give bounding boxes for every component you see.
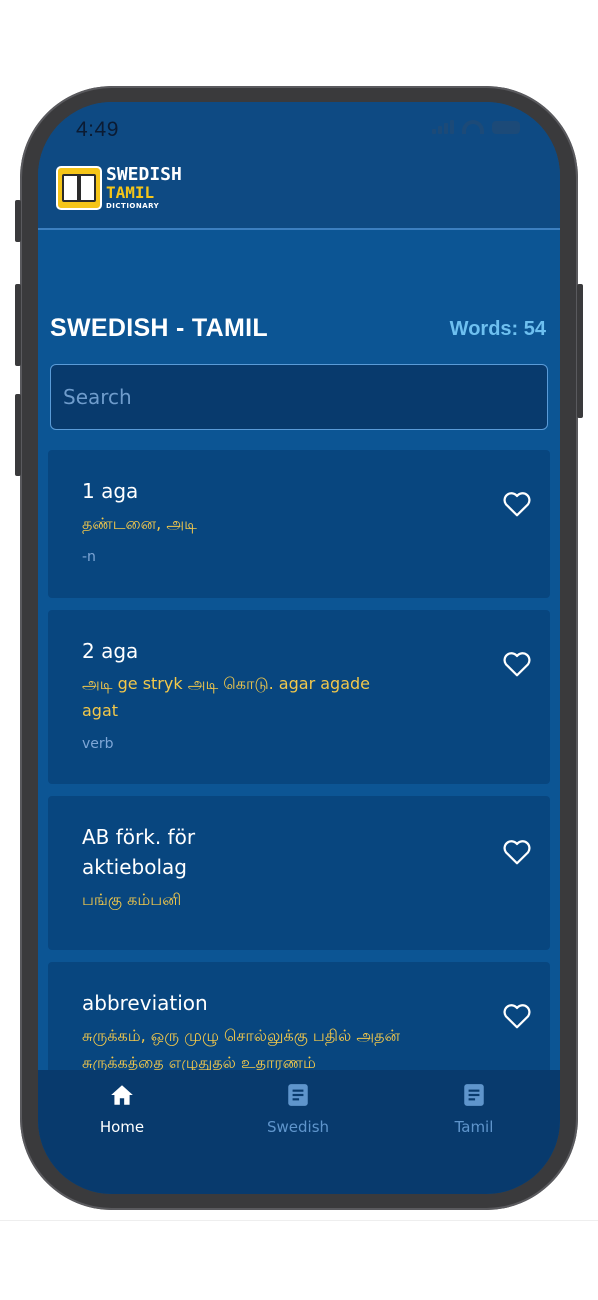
- page-title: SWEDISH - TAMIL: [50, 314, 268, 342]
- document-icon: [288, 1084, 308, 1106]
- nav-swedish[interactable]: Swedish: [238, 1082, 358, 1136]
- phone-screen: 4:49 SWEDISH TAMIL DICTIONARY SWEDISH - …: [38, 102, 560, 1194]
- favorite-heart-icon[interactable]: [502, 650, 532, 678]
- nav-tamil-label: Tamil: [454, 1118, 494, 1136]
- status-icons: [432, 120, 520, 134]
- nav-home[interactable]: Home: [62, 1082, 182, 1136]
- entry-pos: -n: [82, 549, 96, 565]
- volume-down-button: [15, 394, 21, 476]
- entry-translation: சுருக்கம், ஒரு முழு சொல்லுக்கு பதில் அதன…: [82, 1026, 401, 1072]
- favorite-heart-icon[interactable]: [502, 1002, 532, 1030]
- entry-headword: AB förk. för aktiebolag: [82, 825, 196, 879]
- entry-card[interactable]: 2 aga அடி ge stryk அடி கொடு. agar agade …: [48, 610, 550, 784]
- entry-translation: பங்கு கம்பனி: [82, 890, 182, 909]
- bottom-nav: Home Swedish Tamil: [38, 1070, 560, 1194]
- app-header: 4:49 SWEDISH TAMIL DICTIONARY: [38, 102, 560, 230]
- power-button: [577, 284, 583, 418]
- signal-icon: [432, 120, 454, 134]
- entry-translation: தண்டனை, அடி: [82, 514, 197, 533]
- silent-switch: [15, 200, 21, 242]
- entry-pos: verb: [82, 736, 114, 752]
- wifi-icon: [462, 120, 484, 134]
- entry-card[interactable]: AB förk. för aktiebolag பங்கு கம்பனி: [48, 796, 550, 950]
- favorite-heart-icon[interactable]: [502, 490, 532, 518]
- document-icon: [464, 1084, 484, 1106]
- logo-line-tamil: TAMIL: [106, 183, 155, 202]
- nav-swedish-label: Swedish: [266, 1118, 330, 1136]
- word-count: Words: 54: [449, 318, 546, 340]
- entry-headword: abbreviation: [82, 991, 208, 1015]
- logo-line-swedish: SWEDISH: [106, 164, 182, 185]
- favorite-heart-icon[interactable]: [502, 838, 532, 866]
- app-logo: SWEDISH TAMIL DICTIONARY: [56, 166, 182, 210]
- book-icon: [56, 166, 102, 210]
- logo-line-dictionary: DICTIONARY: [106, 202, 160, 210]
- battery-icon: [492, 121, 520, 134]
- nav-tamil[interactable]: Tamil: [414, 1082, 534, 1136]
- home-icon: [111, 1085, 133, 1105]
- entry-card[interactable]: 1 aga தண்டனை, அடி -n: [48, 450, 550, 598]
- volume-up-button: [15, 284, 21, 366]
- entry-translation: அடி ge stryk அடி கொடு. agar agade agat: [82, 674, 370, 720]
- entry-headword: 2 aga: [82, 639, 139, 663]
- nav-home-label: Home: [99, 1118, 145, 1136]
- search-input[interactable]: Search: [50, 364, 548, 430]
- floor: [0, 1222, 598, 1300]
- floor-line: [0, 1220, 598, 1221]
- entry-headword: 1 aga: [82, 479, 139, 503]
- entry-list: 1 aga தண்டனை, அடி -n 2 aga அடி ge stryk …: [48, 450, 550, 1124]
- status-time: 4:49: [76, 118, 119, 141]
